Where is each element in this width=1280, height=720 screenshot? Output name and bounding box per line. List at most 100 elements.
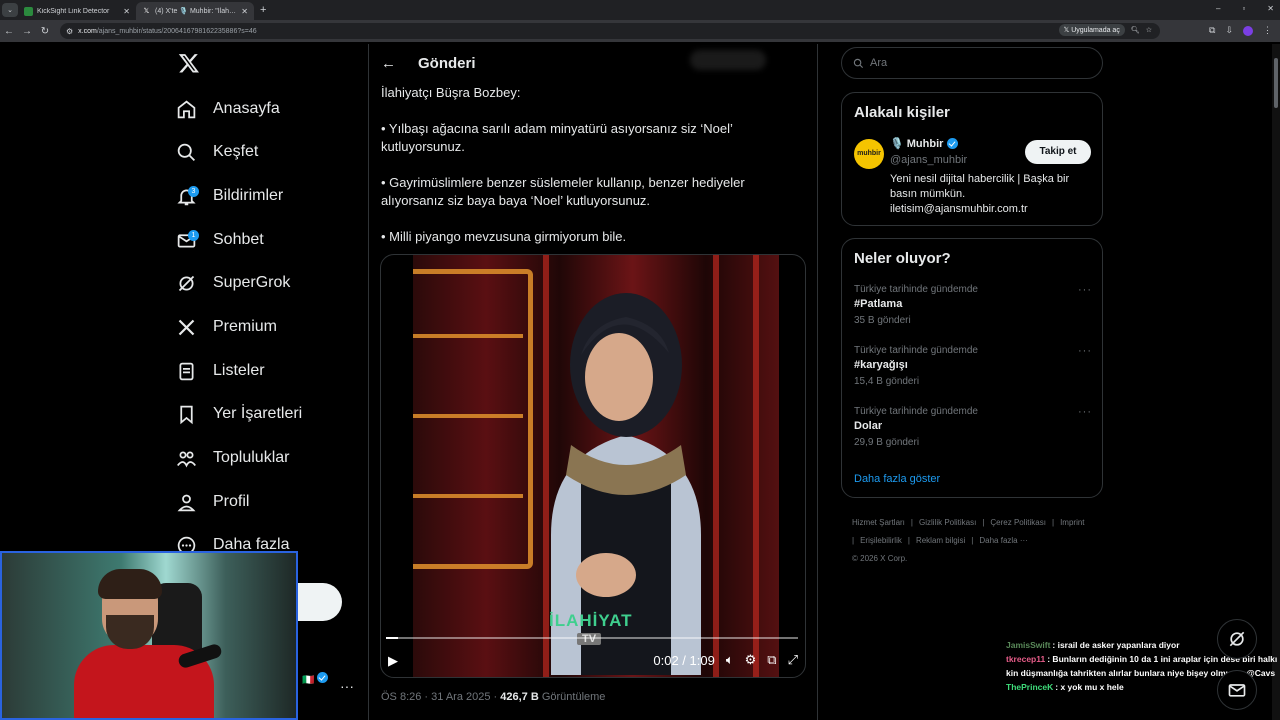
back-icon[interactable]: ← bbox=[0, 26, 18, 37]
footer-link[interactable]: Reklam bilgisi bbox=[916, 536, 965, 545]
nav-item-5[interactable]: SuperGrok bbox=[176, 268, 290, 298]
messages-float-icon[interactable] bbox=[1217, 670, 1257, 710]
tab-search-button[interactable]: ⌄ bbox=[2, 3, 18, 17]
footer-link[interactable]: Imprint bbox=[1060, 518, 1084, 527]
page-scrollbar[interactable] bbox=[1272, 44, 1280, 720]
minimize-icon[interactable]: – bbox=[1216, 4, 1220, 13]
bookmark-star-icon[interactable]: ☆ bbox=[1146, 26, 1152, 34]
footer-link[interactable]: © 2026 X Corp. bbox=[852, 554, 907, 563]
user-handle[interactable]: @ajans_muhbir bbox=[890, 154, 967, 166]
address-bar[interactable]: ⚙ x.com/ajans_muhbir/status/200641679816… bbox=[60, 23, 1160, 39]
trend-tag: Dolar bbox=[854, 420, 883, 432]
background-stripe bbox=[753, 255, 759, 677]
footer-link[interactable]: Erişilebilirlik bbox=[860, 536, 902, 545]
browser-menu-icon[interactable]: ⋮ bbox=[1263, 25, 1272, 36]
forward-icon[interactable]: → bbox=[18, 26, 36, 37]
footer-link[interactable]: Daha fazla ··· bbox=[979, 536, 1027, 545]
user-name-label: 🎙️ Muhbir bbox=[890, 138, 944, 150]
bell-icon: 3 bbox=[176, 185, 199, 207]
relevant-people-panel: Alakalı kişiler muhbir 🎙️ Muhbir @ajans_… bbox=[841, 92, 1103, 226]
avatar[interactable]: muhbir bbox=[854, 139, 884, 169]
home-icon bbox=[176, 99, 197, 120]
fullscreen-icon[interactable]: ⤢ bbox=[788, 652, 798, 668]
nav-item-7[interactable]: Listeler bbox=[176, 356, 265, 386]
settings-gear-icon[interactable]: ⚙ bbox=[745, 652, 757, 668]
nav-item-8[interactable]: Yer İşaretleri bbox=[176, 399, 302, 429]
trend-item[interactable]: Türkiye tarihinde gündemde #Patlama 35 B g… bbox=[854, 284, 1092, 326]
open-in-app-button[interactable]: 𝕏 Uygulamada aç bbox=[1058, 24, 1125, 36]
profile-avatar[interactable] bbox=[1243, 25, 1253, 36]
search-input[interactable]: Ara bbox=[841, 47, 1103, 79]
nav-item-label: SuperGrok bbox=[213, 274, 291, 291]
close-tab-icon[interactable]: ✕ bbox=[241, 7, 248, 16]
nav-item-label: Yer İşaretleri bbox=[213, 405, 303, 422]
chat-username[interactable]: ThePrinceK bbox=[1006, 682, 1053, 692]
nav-item-3[interactable]: 3 Bildirimler bbox=[176, 181, 283, 211]
more-options-icon[interactable]: ··· bbox=[1078, 406, 1092, 418]
pip-icon[interactable]: ⧉ bbox=[767, 652, 776, 668]
tab-kicksight[interactable]: KickSight Link Detector ✕ bbox=[18, 2, 136, 20]
play-icon[interactable]: ▶ bbox=[388, 653, 398, 669]
site-info-icon[interactable]: ⚙ bbox=[66, 27, 73, 36]
close-window-icon[interactable]: ✕ bbox=[1267, 4, 1274, 13]
account-flag-badge: 🇮🇹 bbox=[302, 672, 329, 686]
nav-item-2[interactable]: Keşfet bbox=[176, 137, 258, 167]
footer-separator: | bbox=[982, 518, 985, 527]
maximize-icon[interactable]: ▫ bbox=[1242, 4, 1245, 13]
tab-title: (4) X'te 🎙️ Muhbir: "İlahiyatçı B bbox=[155, 8, 238, 15]
tab-x-post[interactable]: 𝕏 (4) X'te 🎙️ Muhbir: "İlahiyatçı B ✕ bbox=[136, 2, 254, 20]
reload-icon[interactable]: ↻ bbox=[36, 26, 54, 37]
footer-link[interactable]: Çerez Politikası bbox=[990, 518, 1046, 527]
nav-item-10[interactable]: Profil bbox=[176, 487, 249, 517]
tab-title: KickSight Link Detector bbox=[37, 7, 110, 15]
search-icon bbox=[853, 58, 864, 68]
back-arrow-icon[interactable]: ← bbox=[381, 55, 396, 72]
volume-icon[interactable]: 🔈︎ bbox=[726, 652, 734, 668]
footer-link[interactable]: Gizlilik Politikası bbox=[919, 518, 976, 527]
user-name[interactable]: 🎙️ Muhbir bbox=[890, 137, 959, 150]
video-player[interactable]: İLAHİYAT TV bbox=[380, 254, 806, 678]
footer-separator: | bbox=[852, 536, 855, 545]
trend-item[interactable]: Türkiye tarihinde gündemde Dolar 29,9 B gö… bbox=[854, 406, 1092, 448]
list-icon bbox=[176, 361, 197, 382]
x-logo-icon[interactable] bbox=[178, 52, 200, 74]
grok-float-icon[interactable] bbox=[1217, 619, 1257, 659]
chat-username[interactable]: JamisSwift bbox=[1006, 640, 1050, 650]
panel-title: Alakalı kişiler bbox=[854, 104, 950, 121]
video-progress-bar[interactable] bbox=[386, 637, 798, 639]
show-more-link[interactable]: Daha fazla göster bbox=[854, 473, 940, 485]
trend-tag: #Patlama bbox=[854, 298, 903, 310]
download-icon[interactable]: ⇩ bbox=[1225, 25, 1233, 36]
more-options-icon[interactable]: ··· bbox=[1078, 284, 1092, 296]
follow-button[interactable]: Takip et bbox=[1025, 140, 1091, 164]
footer-separator: | bbox=[910, 518, 913, 527]
scroll-thumb[interactable] bbox=[1274, 58, 1278, 108]
chat-text: : israil de asker yapanlara diyor bbox=[1052, 640, 1180, 650]
browser-tab-strip: ⌄ KickSight Link Detector ✕ 𝕏 (4) X'te 🎙… bbox=[0, 0, 1280, 20]
trend-item[interactable]: Türkiye tarihinde gündemde #karyağışı 15,4… bbox=[854, 345, 1092, 387]
nav-item-label: Profil bbox=[213, 493, 250, 510]
account-more-icon[interactable]: ··· bbox=[340, 678, 354, 694]
search-placeholder: Ara bbox=[870, 57, 888, 69]
extensions-icon[interactable]: ⧉ bbox=[1209, 25, 1215, 36]
post-view-count: 426,7 B bbox=[500, 691, 539, 703]
zoom-icon[interactable]: 🔍︎ bbox=[1131, 26, 1140, 34]
nav-item-6[interactable]: Premium bbox=[176, 312, 277, 342]
trend-context: Türkiye tarihinde gündemde bbox=[854, 284, 978, 295]
nav-item-4[interactable]: 1 Sohbet bbox=[176, 225, 264, 255]
nav-item-label: Bildirimler bbox=[213, 187, 284, 204]
footer-link[interactable]: Hizmet Şartları bbox=[852, 518, 905, 527]
new-tab-button[interactable]: + bbox=[260, 4, 266, 16]
more-options-icon[interactable]: ··· bbox=[1078, 345, 1092, 357]
chat-username[interactable]: tkrecep11 bbox=[1006, 654, 1045, 664]
nav-item-label: Topluluklar bbox=[213, 449, 290, 466]
mail-icon: 1 bbox=[176, 229, 199, 251]
trend-context: Türkiye tarihinde gündemde bbox=[854, 345, 978, 356]
nav-item-1[interactable]: Anasayfa bbox=[176, 94, 280, 124]
kicksight-favicon bbox=[24, 6, 33, 16]
post-timestamp[interactable]: ÖS 8:26 · 31 Ara 2025 · bbox=[381, 691, 500, 703]
trend-post-count: 29,9 B gönderi bbox=[854, 437, 920, 448]
close-tab-icon[interactable]: ✕ bbox=[123, 7, 130, 16]
video-watermark-sub: TV bbox=[577, 633, 602, 645]
nav-item-9[interactable]: Topluluklar bbox=[176, 443, 289, 473]
